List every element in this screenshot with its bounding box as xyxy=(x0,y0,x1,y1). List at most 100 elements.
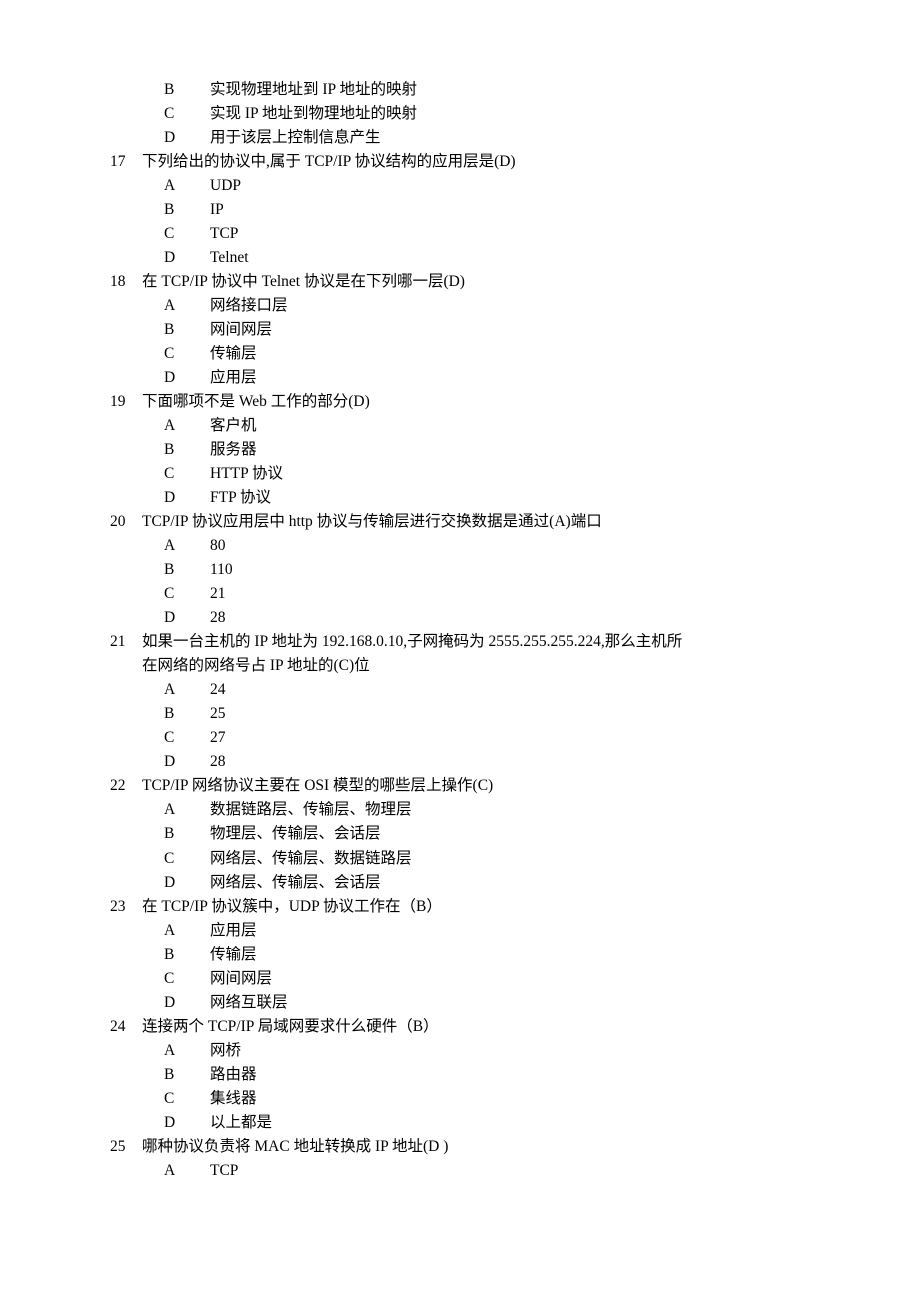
option-label: B xyxy=(164,198,210,222)
option-label: D xyxy=(164,246,210,270)
question-block: 18在 TCP/IP 协议中 Telnet 协议是在下列哪一层(D)A网络接口层… xyxy=(110,270,810,390)
option-text: TCP xyxy=(210,1159,810,1183)
option-text: UDP xyxy=(210,174,810,198)
question-row: 17下列给出的协议中,属于 TCP/IP 协议结构的应用层是(D) xyxy=(110,150,810,174)
option-row: B网间网层 xyxy=(164,318,810,342)
option-row: B110 xyxy=(164,558,810,582)
option-label: D xyxy=(164,366,210,390)
option-row: A网桥 xyxy=(164,1039,810,1063)
option-row: C实现 IP 地址到物理地址的映射 xyxy=(164,102,810,126)
document-page: B实现物理地址到 IP 地址的映射C实现 IP 地址到物理地址的映射D用于该层上… xyxy=(0,0,920,1263)
question-row: 25哪种协议负责将 MAC 地址转换成 IP 地址(D ) xyxy=(110,1135,810,1159)
option-row: C集线器 xyxy=(164,1087,810,1111)
option-text: FTP 协议 xyxy=(210,486,810,510)
option-label: B xyxy=(164,1063,210,1087)
option-row: D28 xyxy=(164,750,810,774)
option-row: A客户机 xyxy=(164,414,810,438)
option-row: B传输层 xyxy=(164,943,810,967)
option-label: C xyxy=(164,967,210,991)
continuation-options: B实现物理地址到 IP 地址的映射C实现 IP 地址到物理地址的映射D用于该层上… xyxy=(110,78,810,150)
option-row: D用于该层上控制信息产生 xyxy=(164,126,810,150)
question-text: 如果一台主机的 IP 地址为 192.168.0.10,子网掩码为 2555.2… xyxy=(142,630,810,654)
option-label: A xyxy=(164,919,210,943)
option-text: 网络层、传输层、数据链路层 xyxy=(210,847,810,871)
option-label: C xyxy=(164,726,210,750)
question-number: 22 xyxy=(110,774,142,798)
question-block: 17下列给出的协议中,属于 TCP/IP 协议结构的应用层是(D)AUDPBIP… xyxy=(110,150,810,270)
option-text: 服务器 xyxy=(210,438,810,462)
option-row: CHTTP 协议 xyxy=(164,462,810,486)
question-text: 哪种协议负责将 MAC 地址转换成 IP 地址(D ) xyxy=(142,1135,810,1159)
question-text: 在 TCP/IP 协议中 Telnet 协议是在下列哪一层(D) xyxy=(142,270,810,294)
option-label: B xyxy=(164,78,210,102)
questions-list: 17下列给出的协议中,属于 TCP/IP 协议结构的应用层是(D)AUDPBIP… xyxy=(110,150,810,1183)
option-label: B xyxy=(164,318,210,342)
option-row: D28 xyxy=(164,606,810,630)
option-text: 网络层、传输层、会话层 xyxy=(210,871,810,895)
option-text: 路由器 xyxy=(210,1063,810,1087)
option-label: C xyxy=(164,222,210,246)
question-text: TCP/IP 网络协议主要在 OSI 模型的哪些层上操作(C) xyxy=(142,774,810,798)
option-label: B xyxy=(164,822,210,846)
option-text: 应用层 xyxy=(210,366,810,390)
option-label: D xyxy=(164,871,210,895)
option-row: C传输层 xyxy=(164,342,810,366)
option-row: B25 xyxy=(164,702,810,726)
option-text: 网间网层 xyxy=(210,967,810,991)
option-row: A网络接口层 xyxy=(164,294,810,318)
option-row: B实现物理地址到 IP 地址的映射 xyxy=(164,78,810,102)
option-label: A xyxy=(164,678,210,702)
option-label: D xyxy=(164,126,210,150)
question-number: 23 xyxy=(110,895,142,919)
option-label: D xyxy=(164,606,210,630)
option-text: 网络接口层 xyxy=(210,294,810,318)
option-text: 110 xyxy=(210,558,810,582)
option-text: HTTP 协议 xyxy=(210,462,810,486)
question-block: 23在 TCP/IP 协议簇中，UDP 协议工作在（B）A应用层B传输层C网间网… xyxy=(110,895,810,1015)
option-label: A xyxy=(164,294,210,318)
option-row: C21 xyxy=(164,582,810,606)
question-block: 21如果一台主机的 IP 地址为 192.168.0.10,子网掩码为 2555… xyxy=(110,630,810,774)
question-block: 20TCP/IP 协议应用层中 http 协议与传输层进行交换数据是通过(A)端… xyxy=(110,510,810,630)
option-row: C27 xyxy=(164,726,810,750)
option-label: D xyxy=(164,1111,210,1135)
option-text: 24 xyxy=(210,678,810,702)
option-label: C xyxy=(164,342,210,366)
question-text: TCP/IP 协议应用层中 http 协议与传输层进行交换数据是通过(A)端口 xyxy=(142,510,810,534)
option-row: ATCP xyxy=(164,1159,810,1183)
question-number: 21 xyxy=(110,630,142,654)
option-row: A数据链路层、传输层、物理层 xyxy=(164,798,810,822)
option-text: 应用层 xyxy=(210,919,810,943)
question-number: 18 xyxy=(110,270,142,294)
option-label: C xyxy=(164,102,210,126)
question-text: 下面哪项不是 Web 工作的部分(D) xyxy=(142,390,810,414)
option-text: 以上都是 xyxy=(210,1111,810,1135)
option-text: 实现物理地址到 IP 地址的映射 xyxy=(210,78,810,102)
option-text: 28 xyxy=(210,750,810,774)
question-number: 25 xyxy=(110,1135,142,1159)
question-block: 19下面哪项不是 Web 工作的部分(D)A客户机B服务器CHTTP 协议DFT… xyxy=(110,390,810,510)
option-text: 21 xyxy=(210,582,810,606)
option-row: D网络互联层 xyxy=(164,991,810,1015)
option-row: C网络层、传输层、数据链路层 xyxy=(164,847,810,871)
option-label: B xyxy=(164,943,210,967)
option-label: A xyxy=(164,414,210,438)
option-text: TCP xyxy=(210,222,810,246)
question-number: 19 xyxy=(110,390,142,414)
option-row: AUDP xyxy=(164,174,810,198)
option-label: B xyxy=(164,702,210,726)
option-label: C xyxy=(164,582,210,606)
option-row: A80 xyxy=(164,534,810,558)
option-text: 网间网层 xyxy=(210,318,810,342)
option-label: A xyxy=(164,1039,210,1063)
option-label: A xyxy=(164,1159,210,1183)
question-block: 25哪种协议负责将 MAC 地址转换成 IP 地址(D )ATCP xyxy=(110,1135,810,1183)
question-row: 19下面哪项不是 Web 工作的部分(D) xyxy=(110,390,810,414)
option-label: B xyxy=(164,558,210,582)
question-row: 23在 TCP/IP 协议簇中，UDP 协议工作在（B） xyxy=(110,895,810,919)
question-block: 24连接两个 TCP/IP 局域网要求什么硬件（B）A网桥B路由器C集线器D以上… xyxy=(110,1015,810,1135)
option-text: 28 xyxy=(210,606,810,630)
option-row: DFTP 协议 xyxy=(164,486,810,510)
option-row: B路由器 xyxy=(164,1063,810,1087)
option-label: B xyxy=(164,438,210,462)
